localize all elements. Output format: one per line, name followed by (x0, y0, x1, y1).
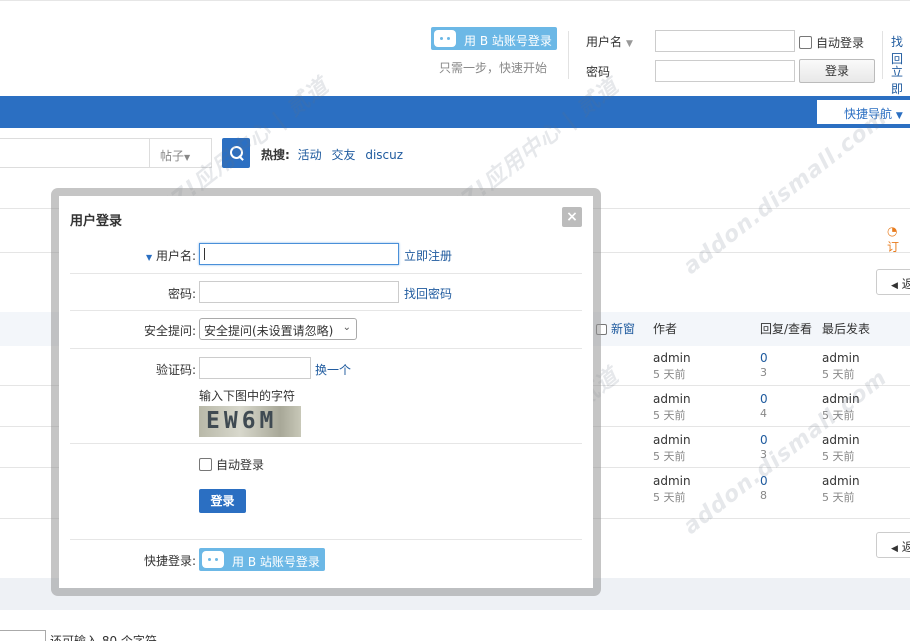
row-views: 3 (760, 366, 767, 379)
row-author-time: 5 天前 (653, 409, 686, 422)
modal-bili-login-label: 用 B 站账号登录 (232, 555, 320, 569)
divider (70, 310, 582, 311)
rss-link[interactable]: ◔ 订 (887, 224, 910, 255)
reply-input[interactable] (0, 630, 46, 641)
chevron-down-icon: ⌄ (342, 322, 351, 333)
hot-search: 热搜: 活动 交友 discuz (261, 146, 409, 163)
row-views: 4 (760, 407, 767, 420)
modal-title: 用户登录 (70, 214, 123, 229)
back-button[interactable]: ◀ 返 (876, 269, 910, 295)
captcha-image[interactable]: EW6M (199, 406, 301, 437)
column-reply-view: 回复/查看 (760, 322, 813, 336)
caret-down-icon: ▼ (145, 253, 153, 262)
column-last-post: 最后发表 (822, 322, 871, 336)
modal-auto-login[interactable]: 自动登录 (199, 456, 264, 473)
caret-down-icon: ▼ (626, 39, 633, 49)
header-divider (568, 31, 569, 79)
captcha-text: EW6M (206, 408, 278, 434)
divider (70, 273, 582, 274)
captcha-refresh-link[interactable]: 换一个 (315, 361, 351, 378)
header-password-input[interactable] (655, 60, 795, 82)
search-input[interactable] (0, 138, 150, 168)
divider (70, 348, 582, 349)
auto-login-label: 自动登录 (816, 36, 865, 50)
row-author-time: 5 天前 (653, 368, 686, 381)
modal-bili-login-button[interactable]: 用 B 站账号登录 (199, 548, 325, 571)
row-last-user[interactable]: admin (822, 351, 860, 365)
row-author[interactable]: admin (653, 474, 691, 488)
header-find-password-link[interactable]: 找回 (891, 33, 910, 67)
divider (70, 539, 582, 540)
caret-left-icon: ◀ (891, 544, 898, 554)
bilibili-icon (434, 30, 456, 47)
auto-login-checkbox[interactable] (799, 36, 812, 49)
hot-keyword[interactable]: 活动 (298, 148, 322, 162)
modal-login-button[interactable]: 登录 (199, 489, 246, 513)
new-window-toggle[interactable]: 新窗 (596, 320, 635, 337)
security-question-select[interactable]: 安全提问(未设置请忽略) ⌄ (199, 318, 357, 340)
new-window-label: 新窗 (611, 322, 636, 336)
modal-auto-login-label: 自动登录 (216, 458, 265, 472)
bili-login-label: 用 B 站账号登录 (464, 34, 552, 48)
quick-login-label: 快捷登录: (143, 554, 196, 568)
watermark: addon.dismall.com (679, 105, 892, 279)
rss-icon: ◔ (887, 224, 898, 238)
row-views: 8 (760, 489, 767, 502)
caret-down-icon: ▼ (184, 153, 191, 162)
modal-username-label-wrap[interactable]: ▼ 用户名: (70, 247, 196, 264)
hot-search-label: 热搜: (261, 148, 290, 162)
char-counter: 还可输入 80 个字符 (50, 634, 157, 641)
security-question-label: 安全提问: (143, 324, 196, 338)
row-last-time[interactable]: 5 天前 (822, 448, 855, 464)
header-register-link[interactable]: 立即 (891, 63, 910, 97)
username-type-select[interactable]: 用户名 ▼ (586, 33, 633, 50)
username-label: 用户名 (586, 35, 623, 49)
header-username-input[interactable] (655, 30, 795, 52)
row-author-time: 5 天前 (653, 491, 686, 504)
back-label: 返 (901, 277, 910, 291)
hot-keyword[interactable]: discuz (365, 148, 403, 162)
row-author[interactable]: admin (653, 433, 691, 447)
hot-keyword[interactable]: 交友 (331, 148, 355, 162)
back-button[interactable]: ◀ 返 (876, 532, 910, 558)
register-link[interactable]: 立即注册 (404, 247, 452, 264)
modal-auto-login-checkbox[interactable] (199, 458, 212, 471)
row-replies[interactable]: 0 (760, 392, 768, 406)
row-last-time[interactable]: 5 天前 (822, 366, 855, 382)
row-author[interactable]: admin (653, 392, 691, 406)
close-icon[interactable]: × (562, 207, 582, 227)
caret-left-icon: ◀ (891, 281, 898, 291)
captcha-label: 验证码: (155, 363, 196, 377)
header-divider-2 (882, 31, 883, 79)
bilibili-icon (202, 551, 224, 568)
bili-subtitle: 只需一步，快速开始 (439, 61, 548, 75)
bili-login-button[interactable]: 用 B 站账号登录 (431, 27, 557, 50)
row-author[interactable]: admin (653, 351, 691, 365)
back-label: 返 (901, 540, 910, 554)
modal-username-input[interactable] (199, 243, 399, 265)
row-last-user[interactable]: admin (822, 474, 860, 488)
column-author: 作者 (653, 322, 678, 336)
divider (70, 443, 582, 444)
search-type-label: 帖子 (160, 149, 185, 163)
caret-down-icon: ▼ (895, 111, 903, 121)
captcha-input[interactable] (199, 357, 311, 379)
watermark-text: addon.dismall.com (678, 105, 893, 280)
row-author-time: 5 天前 (653, 450, 686, 463)
modal-username-label: 用户名: (155, 249, 196, 263)
find-password-link[interactable]: 找回密码 (404, 285, 452, 302)
modal-password-label: 密码: (167, 287, 196, 301)
row-replies[interactable]: 0 (760, 433, 768, 447)
header-auto-login[interactable]: 自动登录 (799, 34, 864, 51)
row-replies[interactable]: 0 (760, 351, 768, 365)
modal-password-input[interactable] (199, 281, 399, 303)
security-question-value: 安全提问(未设置请忽略) (204, 324, 334, 338)
header-login-button[interactable]: 登录 (799, 59, 875, 83)
captcha-hint: 输入下图中的字符 (199, 389, 296, 403)
main-nav-bar (0, 96, 910, 128)
row-last-time[interactable]: 5 天前 (822, 489, 855, 505)
